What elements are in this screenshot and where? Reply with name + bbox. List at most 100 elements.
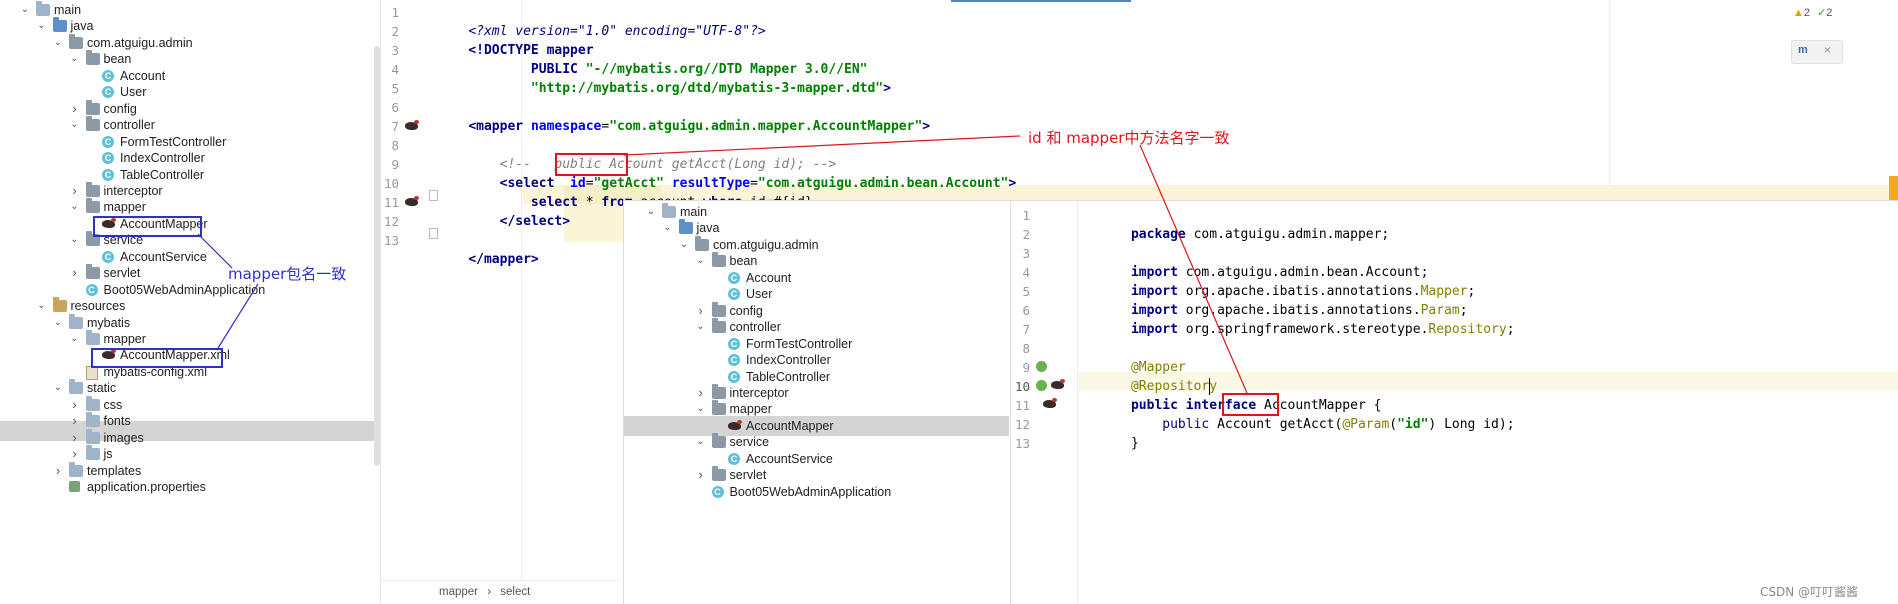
package-name: com.atguigu.admin.mapper; — [1193, 227, 1390, 242]
project-tree-panel: ⌄ main ⌄ java ⌄ com.atguigu.admin ⌄ bean C Accoun… — [0, 0, 381, 603]
line-number: 3 — [1022, 246, 1030, 261]
class-icon: C — [102, 69, 114, 82]
code-line-1[interactable]: <?xml version="1.0" encoding="UTF-8"?> — [437, 3, 765, 39]
code-line-10[interactable]: select * from account where id=#{id} — [437, 174, 813, 210]
line-number: 7 — [1022, 322, 1030, 337]
line-number: 2 — [1022, 227, 1030, 242]
line-number: 6 — [391, 100, 399, 115]
spring-bean-icon[interactable] — [1036, 380, 1047, 391]
line-number: 8 — [1022, 341, 1030, 356]
java-line-8[interactable]: @Mapper — [1084, 339, 1186, 375]
java-line-11[interactable]: public Account getAcct(@Param("id") Long… — [1084, 396, 1514, 432]
code-line-9[interactable]: <select id="getAcct" resultType="com.atg… — [437, 155, 1017, 191]
java-line-4[interactable]: import org.apache.ibatis.annotations.Map… — [1084, 263, 1475, 299]
mybatis-navigate-icon[interactable] — [405, 196, 419, 206]
close-icon[interactable]: × — [1824, 43, 1831, 57]
dtd-url: "http://mybatis.org/dtd/mybatis-3-mapper… — [468, 81, 884, 96]
class-icon: C — [728, 452, 740, 465]
text-caret — [1209, 378, 1210, 395]
class-icon: C — [102, 168, 114, 181]
line-number: 6 — [1022, 303, 1030, 318]
tag-close: > — [1008, 176, 1017, 191]
watermark: CSDN @叮叮酱酱 — [1760, 585, 1859, 599]
java-line-9[interactable]: @Repository — [1084, 358, 1217, 394]
tree-scrollbar[interactable] — [374, 46, 380, 466]
folder-icon — [36, 1, 50, 16]
line-number: 10 — [1014, 379, 1030, 394]
breadcrumb: mapper › select — [381, 580, 621, 604]
code-line-3[interactable]: PUBLIC "-//mybatis.org//DTD Mapper 3.0//… — [437, 41, 868, 77]
paren: ( — [1389, 417, 1398, 432]
java-line-3[interactable]: import com.atguigu.admin.bean.Account; — [1084, 244, 1428, 280]
tree-item-label: application.properties — [87, 480, 206, 495]
java-editor: 1 2 3 4 5 6 7 8 9 10 11 12 13 package com.atguigu.ad… — [1011, 201, 1898, 604]
class-icon: C — [102, 250, 114, 263]
class-icon: C — [85, 283, 98, 296]
class-icon: C — [711, 485, 724, 498]
mapper-close-tag: </mapper> — [468, 252, 539, 267]
package-icon — [85, 264, 100, 280]
folder-icon — [69, 461, 83, 477]
line-number: 12 — [383, 214, 399, 229]
package-icon — [85, 181, 100, 197]
mybatis-navigate-icon[interactable] — [1043, 398, 1057, 408]
folder-icon — [662, 203, 676, 218]
highlight-box-account-mapper — [93, 216, 202, 237]
mybatis-navigate-icon[interactable] — [405, 120, 419, 130]
code-line-2[interactable]: <!DOCTYPE mapper — [437, 22, 593, 58]
class-icon: C — [102, 135, 114, 148]
code-line-6[interactable]: <mapper namespace="com.atguigu.admin.map… — [437, 98, 930, 134]
package-icon — [711, 466, 726, 482]
highlight-box-java-method — [1222, 393, 1279, 416]
folder-icon — [85, 412, 100, 428]
semicolon: ; — [1506, 322, 1515, 337]
java-line-12[interactable]: } — [1084, 415, 1139, 451]
line-number: 5 — [391, 81, 399, 96]
code-line-11[interactable]: </select> — [437, 193, 570, 229]
source-folder-icon — [678, 219, 693, 235]
package-icon — [85, 198, 100, 214]
java-line-5[interactable]: import org.apache.ibatis.annotations.Par… — [1084, 282, 1468, 318]
properties-file-icon — [69, 481, 80, 493]
warning-icon: ▲ — [1793, 7, 1804, 19]
line-number: 11 — [383, 195, 399, 210]
mybatis-tool-icon[interactable]: m — [1798, 44, 1808, 56]
breadcrumb-item[interactable]: mapper — [439, 586, 478, 598]
select-close-tag: </select> — [468, 214, 571, 229]
highlight-box-account-mapper-xml — [91, 348, 223, 368]
package-icon — [711, 318, 726, 334]
class-icon: C — [728, 288, 740, 301]
line-number: 10 — [383, 176, 399, 191]
java-line-1[interactable]: package com.atguigu.admin.mapper; — [1084, 206, 1389, 242]
line-number: 13 — [383, 233, 399, 248]
java-line-6[interactable]: import org.springframework.stereotype.Re… — [1084, 301, 1515, 337]
code-line-4[interactable]: "http://mybatis.org/dtd/mybatis-3-mapper… — [437, 60, 891, 96]
return-type: Account — [1217, 417, 1280, 432]
resources-folder-icon — [52, 297, 67, 313]
class-icon: C — [728, 354, 740, 367]
breadcrumb-separator: › — [487, 586, 492, 598]
line-number: 7 — [391, 119, 399, 134]
class-icon: C — [728, 370, 740, 383]
mybatis-navigate-icon[interactable] — [1051, 379, 1065, 389]
mapper-package-note: mapper包名一致 — [228, 265, 347, 283]
inspection-widget[interactable]: ▲2 ✓2 — [1793, 6, 1832, 19]
code-line-8[interactable]: <!-- public Account getAcct(Long id); --… — [437, 136, 837, 172]
check-icon: ✓ — [1817, 7, 1827, 19]
line-number: 13 — [1014, 436, 1030, 451]
package-icon — [711, 252, 726, 268]
package-icon — [85, 99, 100, 115]
method-name: getAcct — [1279, 417, 1335, 432]
code-line-13[interactable]: </mapper> — [437, 231, 538, 267]
tree-item[interactable]: application.properties — [0, 477, 372, 497]
tree-item[interactable]: C Boot05WebAdminApplication — [624, 482, 1008, 502]
tool-popup[interactable]: m × — [1791, 40, 1843, 64]
import-class: Repository — [1428, 322, 1507, 337]
highlight-box-xml-id — [555, 153, 628, 176]
package-icon — [711, 383, 726, 399]
source-folder-icon — [52, 17, 67, 33]
spring-bean-icon[interactable] — [1036, 361, 1047, 372]
mapper-open-tag: <mapper — [468, 119, 531, 134]
breadcrumb-item[interactable]: select — [500, 586, 530, 598]
package-icon — [85, 50, 100, 66]
